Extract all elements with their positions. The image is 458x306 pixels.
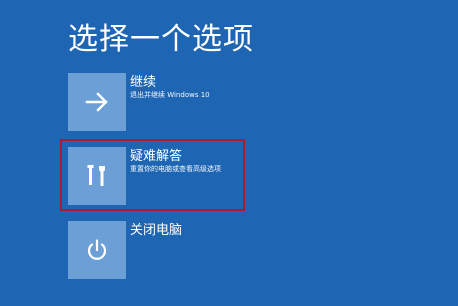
troubleshoot-label: 疑难解答 — [130, 149, 183, 164]
continue-label: 继续 — [130, 75, 157, 90]
shutdown-label: 关闭电脑 — [130, 223, 183, 238]
shutdown-option[interactable]: 关闭电脑 — [68, 221, 248, 283]
continue-description: 退出并继续 Windows 10 — [130, 91, 210, 99]
continue-option[interactable]: 继续 退出并继续 Windows 10 — [68, 73, 248, 135]
arrow-right-icon — [85, 92, 108, 112]
troubleshoot-tile[interactable] — [68, 147, 126, 205]
tools-icon — [87, 165, 105, 186]
page-title: 选择一个选项 — [68, 22, 254, 57]
shutdown-tile[interactable] — [68, 221, 126, 279]
troubleshoot-description: 重置你的电脑或查看高级选项 — [130, 165, 221, 173]
power-icon — [87, 239, 107, 260]
troubleshoot-option[interactable]: 疑难解答 重置你的电脑或查看高级选项 — [68, 147, 248, 209]
continue-tile[interactable] — [68, 73, 126, 131]
